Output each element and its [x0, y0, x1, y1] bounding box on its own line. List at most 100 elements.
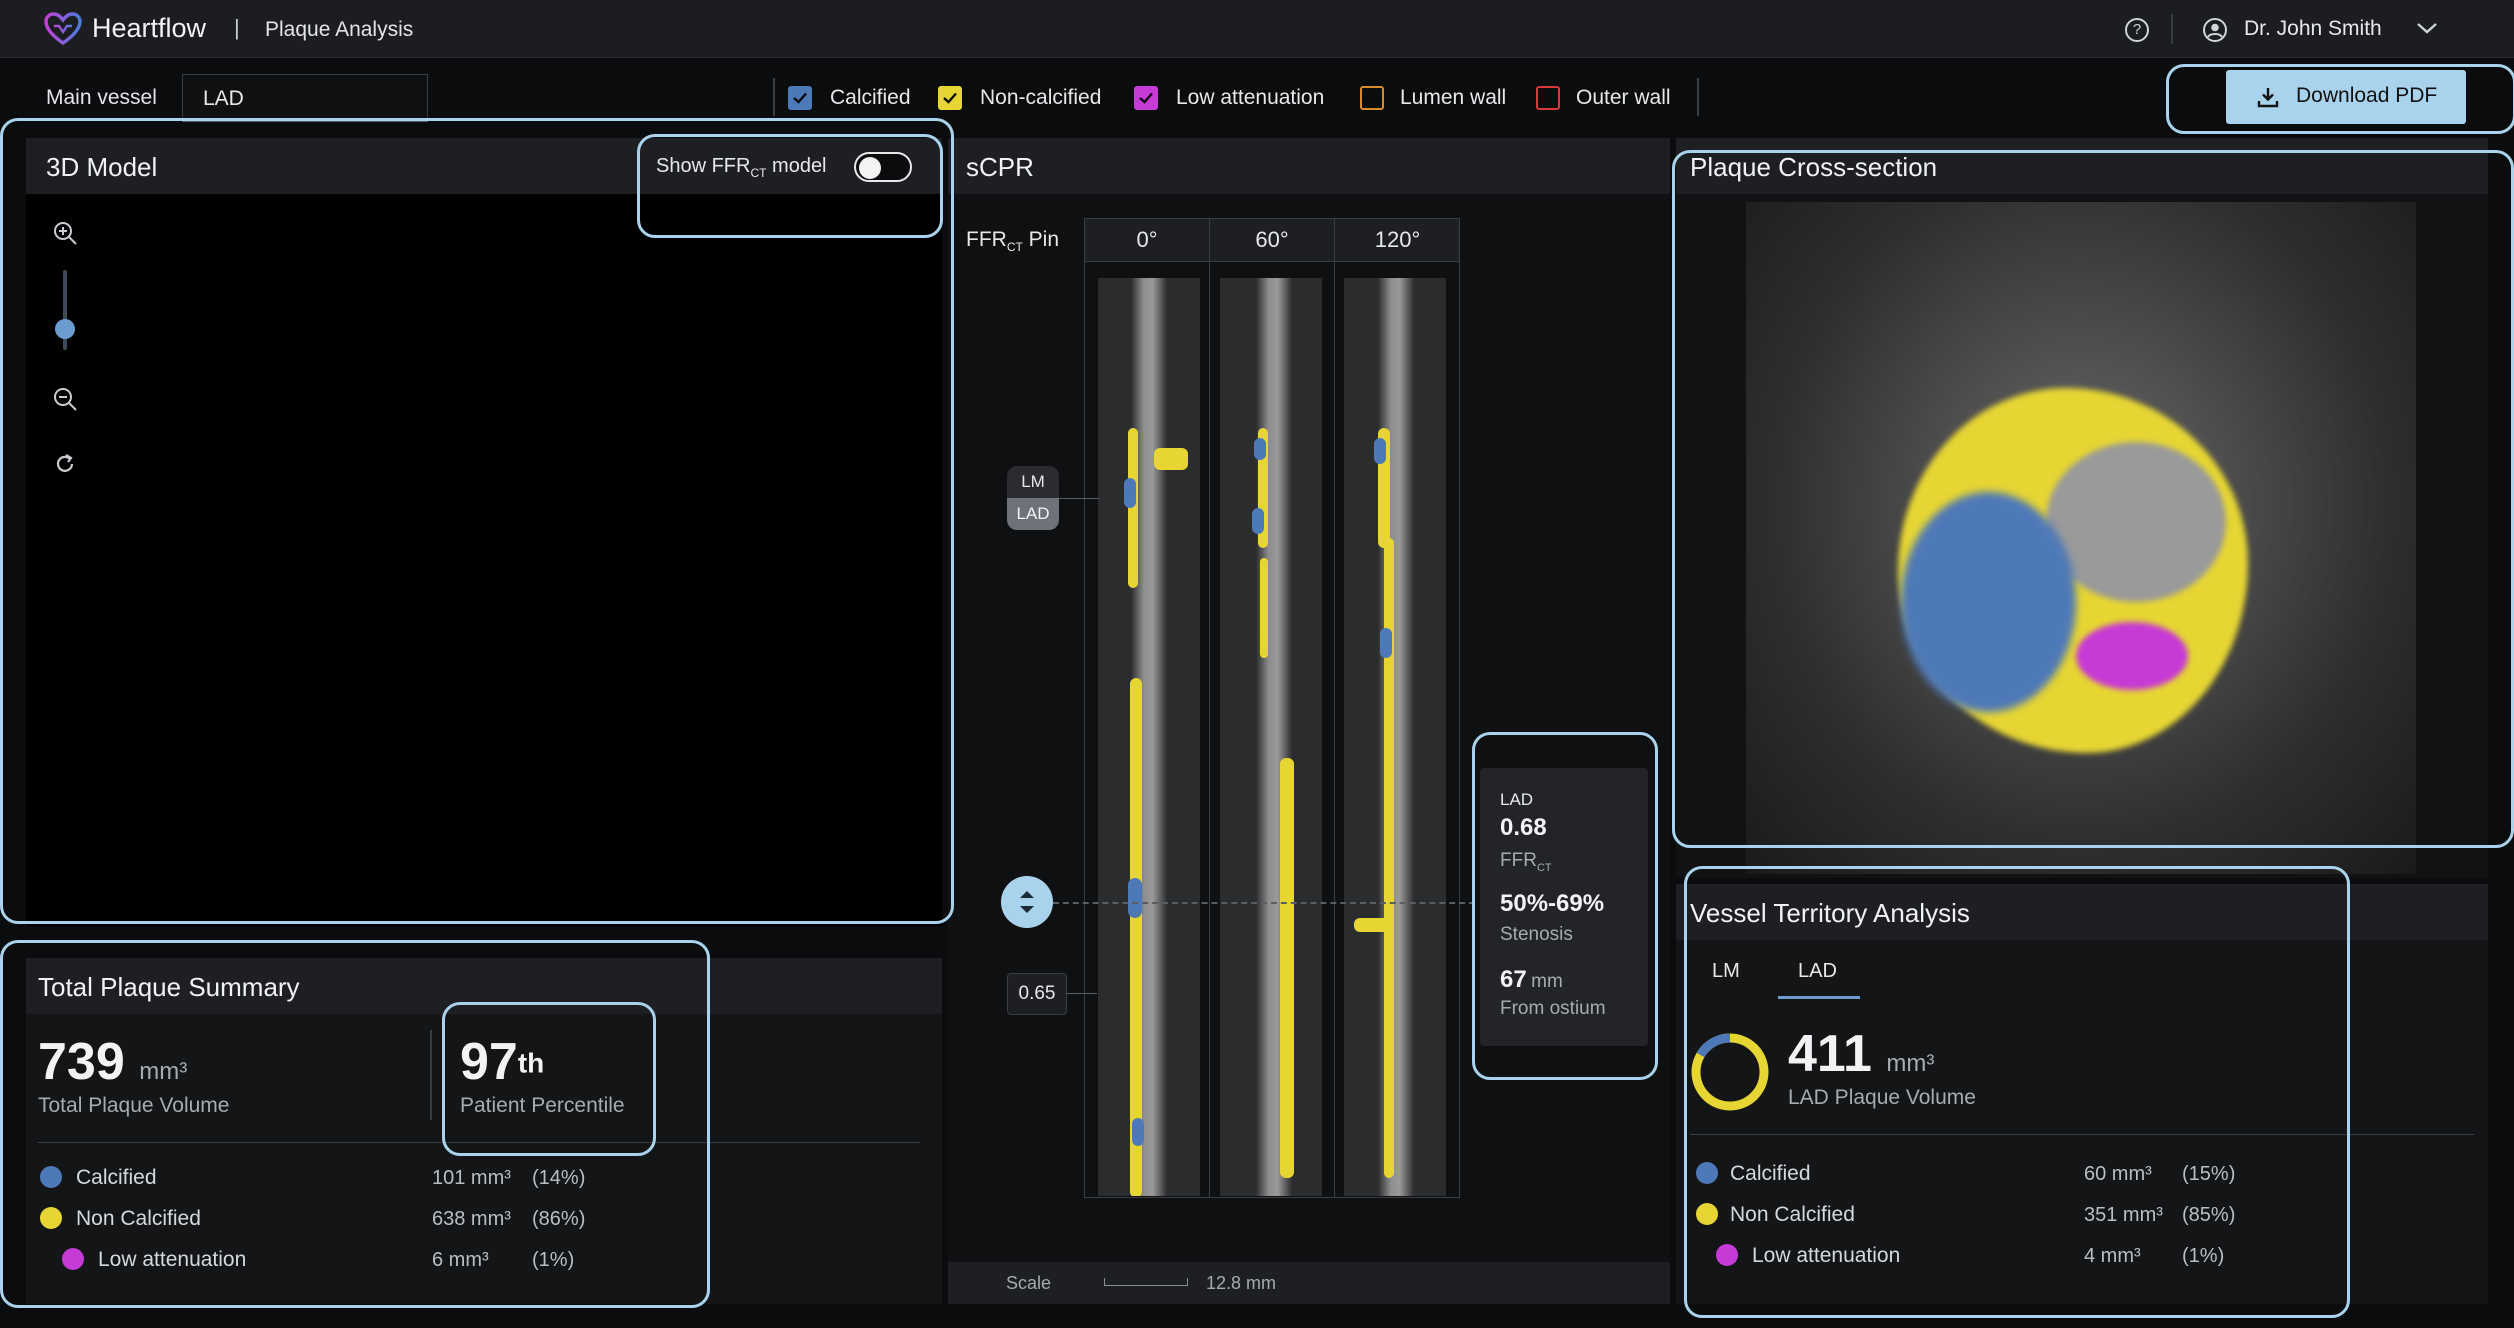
help-icon[interactable]: ?	[2125, 18, 2149, 42]
cpr-image-60[interactable]	[1220, 278, 1322, 1196]
lad-marker-label: LAD	[1007, 498, 1059, 530]
scale-bar: Scale 12.8 mm	[948, 1262, 1670, 1304]
summary-calcified-pct: (14%)	[532, 1167, 586, 1189]
marker-leader-line	[1059, 498, 1099, 499]
zoom-in-icon[interactable]	[52, 220, 78, 251]
angle-60-tab[interactable]: 60°	[1210, 219, 1335, 261]
low-attenuation-legend-dot	[62, 1248, 84, 1270]
percentile-suffix: th	[517, 1047, 545, 1079]
info-stenosis-value: 50%-69%	[1500, 890, 1605, 917]
main-vessel-value: LAD	[203, 87, 244, 110]
outer-wall-checkbox[interactable]	[1536, 86, 1560, 110]
cross-section-image[interactable]	[1746, 202, 2416, 874]
patient-percentile: 97th	[460, 1032, 544, 1092]
vessel-territory-panel: Vessel Territory Analysis LM LAD 411 mm³…	[1676, 884, 2488, 1304]
lesion-info-card: LAD 0.68 FFRCT 50%-69% Stenosis 67 mm Fr…	[1480, 768, 1648, 1046]
info-distance-unit: mm	[1531, 971, 1563, 992]
ffr-toggle-label-post: model	[772, 155, 827, 177]
ffr-toggle-label: Show FFRCT model	[656, 155, 827, 180]
info-ffr-label: FFRCT	[1500, 850, 1552, 874]
scpr-angle-header: 0° 60° 120°	[1084, 218, 1460, 262]
ffr-model-toggle[interactable]	[854, 152, 912, 182]
total-volume-label: Total Plaque Volume	[38, 1094, 230, 1117]
ffr-pin-pre: FFR	[966, 228, 1007, 251]
download-icon	[2256, 85, 2280, 114]
info-stenosis-label: Stenosis	[1500, 924, 1573, 945]
territory-low-attenuation-pct: (1%)	[2182, 1245, 2225, 1267]
calcified-checkbox[interactable]	[788, 86, 812, 110]
lumen-wall-label: Lumen wall	[1400, 86, 1507, 109]
info-ffr-value: 0.68	[1500, 814, 1547, 841]
reset-view-icon[interactable]	[52, 451, 78, 482]
ffr-pin-label: FFRCT Pin	[966, 228, 1059, 254]
territory-calcified-dot	[1696, 1162, 1718, 1184]
angle-120-tab[interactable]: 120°	[1335, 219, 1460, 261]
active-tab-indicator	[1778, 996, 1860, 999]
territory-tab-lad[interactable]: LAD	[1798, 960, 1837, 983]
summary-non-calcified-pct: (86%)	[532, 1208, 586, 1230]
ffr-pin-handle[interactable]	[1001, 876, 1053, 928]
scpr-col-divider-1	[1209, 262, 1210, 1198]
filter-low-attenuation[interactable]: Low attenuation	[1134, 86, 1354, 114]
scale-value: 12.8 mm	[1206, 1273, 1277, 1293]
lumen-wall-checkbox[interactable]	[1360, 86, 1384, 110]
non-calcified-legend-dot	[40, 1207, 62, 1229]
info-distance: 67 mm	[1500, 966, 1563, 994]
ffr-toggle-label-sub: CT	[750, 166, 767, 180]
calcified-label: Calcified	[830, 86, 911, 109]
territory-header: Vessel Territory Analysis	[1676, 884, 2488, 940]
download-pdf-button[interactable]: Download PDF	[2226, 70, 2466, 124]
summary-low-attenuation-pct: (1%)	[532, 1249, 575, 1271]
low-attenuation-region	[2076, 622, 2188, 690]
cross-section-header: Plaque Cross-section	[1676, 138, 2488, 194]
heartflow-logo-icon	[44, 12, 82, 51]
filter-non-calcified[interactable]: Non-calcified	[938, 86, 1128, 114]
territory-tab-lm[interactable]: LM	[1712, 960, 1740, 983]
cpr-image-0[interactable]	[1098, 278, 1200, 1196]
calcified-region	[1901, 492, 2076, 712]
summary-calcified-label: Calcified	[76, 1166, 157, 1189]
territory-low-attenuation-label: Low attenuation	[1752, 1244, 1901, 1267]
non-calcified-label: Non-calcified	[980, 86, 1102, 109]
lad-volume-value: 411	[1788, 1025, 1872, 1083]
total-volume-unit: mm³	[139, 1058, 188, 1085]
ffr-toggle-label-pre: Show FFR	[656, 155, 751, 177]
brand-name: Heartflow	[92, 13, 207, 43]
toggle-knob	[859, 157, 881, 179]
zoom-out-icon[interactable]	[52, 386, 78, 417]
chevron-down-icon[interactable]	[2416, 20, 2438, 41]
header-divider	[2171, 14, 2173, 44]
angle-0-tab[interactable]: 0°	[1085, 219, 1210, 261]
header-separator: |	[234, 15, 240, 40]
cross-section-panel: Plaque Cross-section	[1676, 138, 2488, 878]
filter-outer-wall[interactable]: Outer wall	[1536, 86, 1696, 114]
total-volume: 739 mm³	[38, 1032, 187, 1092]
user-avatar-icon[interactable]	[2202, 17, 2228, 48]
low-attenuation-checkbox[interactable]	[1134, 86, 1158, 110]
summary-calcified-value: 101 mm³	[432, 1167, 511, 1189]
info-ffr-label-main: FFR	[1500, 850, 1537, 871]
filter-calcified[interactable]: Calcified	[788, 86, 938, 114]
scale-ruler	[1104, 1278, 1188, 1286]
summary-hdivider	[38, 1142, 920, 1143]
summary-header: Total Plaque Summary	[26, 958, 942, 1014]
percentile-label: Patient Percentile	[460, 1094, 625, 1117]
user-name[interactable]: Dr. John Smith	[2244, 17, 2382, 41]
summary-non-calcified-value: 638 mm³	[432, 1208, 511, 1230]
summary-non-calcified-label: Non Calcified	[76, 1207, 201, 1230]
lm-lad-marker[interactable]: LM LAD	[1007, 466, 1059, 532]
cpr-image-120[interactable]	[1344, 278, 1446, 1196]
total-volume-value: 739	[38, 1033, 125, 1091]
territory-non-calcified-value: 351 mm³	[2084, 1204, 2163, 1226]
pin-value-leader	[1067, 993, 1097, 994]
summary-low-attenuation-value: 6 mm³	[432, 1249, 489, 1271]
main-vessel-select[interactable]: LAD	[182, 74, 428, 122]
non-calcified-checkbox[interactable]	[938, 86, 962, 110]
outer-wall-label: Outer wall	[1576, 86, 1671, 109]
download-pdf-label: Download PDF	[2296, 84, 2438, 107]
filter-lumen-wall[interactable]: Lumen wall	[1360, 86, 1530, 114]
main-vessel-label: Main vessel	[46, 86, 157, 109]
zoom-slider-handle[interactable]	[55, 319, 75, 339]
lm-marker-label: LM	[1007, 466, 1059, 498]
app-title: Plaque Analysis	[265, 18, 414, 41]
